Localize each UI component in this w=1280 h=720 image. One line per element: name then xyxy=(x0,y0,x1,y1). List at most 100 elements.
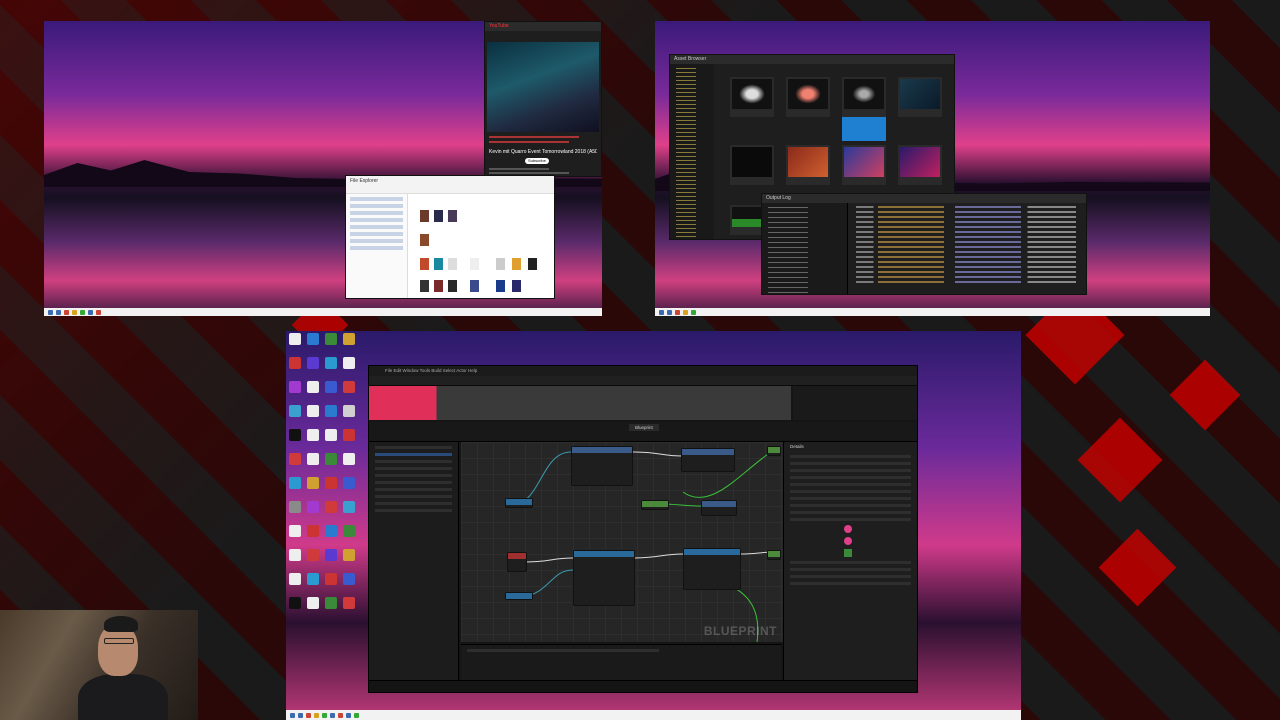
file-thumbnail[interactable] xyxy=(434,280,443,292)
file-thumbnail[interactable] xyxy=(420,234,429,246)
taskbar-app-icon[interactable] xyxy=(72,309,77,315)
asset-tile[interactable] xyxy=(898,145,942,185)
blueprint-node[interactable] xyxy=(767,550,781,560)
desktop-icon[interactable] xyxy=(289,573,301,585)
desktop-icon[interactable] xyxy=(325,525,337,537)
file-thumbnail[interactable] xyxy=(512,280,521,292)
desktop-icon[interactable] xyxy=(289,453,301,465)
editor-menubar[interactable]: File Edit Window Tools Build Select Acto… xyxy=(369,366,917,376)
desktop-icon[interactable] xyxy=(325,501,337,513)
desktop-icon[interactable] xyxy=(289,333,301,345)
desktop-icon[interactable] xyxy=(343,477,355,489)
file-thumbnail[interactable] xyxy=(512,258,521,270)
desktop-icon[interactable] xyxy=(307,525,319,537)
taskbar-app-icon[interactable] xyxy=(96,309,101,315)
level-viewport[interactable] xyxy=(369,386,791,420)
file-thumbnail[interactable] xyxy=(470,258,479,270)
desktop-icon[interactable] xyxy=(307,357,319,369)
world-outliner[interactable] xyxy=(793,386,917,420)
taskbar-app-icon[interactable] xyxy=(346,712,351,718)
taskbar-app-icon[interactable] xyxy=(691,309,696,315)
desktop-icon[interactable] xyxy=(325,381,337,393)
start-icon[interactable] xyxy=(290,712,295,718)
desktop-icon[interactable] xyxy=(289,357,301,369)
asset-folder-tree[interactable] xyxy=(670,64,714,239)
subscribe-button[interactable]: Subscribe xyxy=(525,158,549,164)
asset-tile-selected[interactable] xyxy=(842,117,886,141)
blueprint-node[interactable] xyxy=(573,550,635,606)
desktop-icon[interactable] xyxy=(325,429,337,441)
file-thumbnail[interactable] xyxy=(448,258,457,270)
desktop-icon[interactable] xyxy=(325,477,337,489)
event-graph[interactable]: BLUEPRINT xyxy=(461,442,783,642)
asset-tile[interactable] xyxy=(842,145,886,185)
asset-tile[interactable] xyxy=(898,77,942,117)
blueprint-node[interactable] xyxy=(681,448,735,472)
desktop-icon[interactable] xyxy=(343,597,355,609)
taskbar-app-icon[interactable] xyxy=(675,309,680,315)
tab-blueprint[interactable]: Blueprint xyxy=(629,424,659,431)
file-thumbnail[interactable] xyxy=(420,280,429,292)
blueprint-node[interactable] xyxy=(683,548,741,590)
start-icon[interactable] xyxy=(48,309,53,315)
desktop-icon[interactable] xyxy=(289,549,301,561)
file-thumbnail[interactable] xyxy=(434,210,443,222)
unreal-editor-window[interactable]: File Edit Window Tools Build Select Acto… xyxy=(368,365,918,693)
file-thumbnail[interactable] xyxy=(434,258,443,270)
desktop-icon[interactable] xyxy=(307,333,319,345)
desktop-icon[interactable] xyxy=(343,453,355,465)
video-player[interactable] xyxy=(487,42,599,132)
output-log-window[interactable]: Output Log xyxy=(761,193,1087,295)
desktop-icon[interactable] xyxy=(343,501,355,513)
desktop-icon[interactable] xyxy=(343,357,355,369)
desktop-icon[interactable] xyxy=(307,453,319,465)
taskbar-app-icon[interactable] xyxy=(667,309,672,315)
taskbar-app-icon[interactable] xyxy=(56,309,61,315)
desktop-icon[interactable] xyxy=(289,477,301,489)
desktop-icon[interactable] xyxy=(343,405,355,417)
desktop-icon[interactable] xyxy=(307,381,319,393)
blueprint-node[interactable] xyxy=(767,446,781,456)
details-panel[interactable]: Details xyxy=(783,442,917,680)
taskbar-app-icon[interactable] xyxy=(683,309,688,315)
desktop-icon[interactable] xyxy=(343,429,355,441)
desktop-icon[interactable] xyxy=(343,549,355,561)
taskbar-app-icon[interactable] xyxy=(322,712,327,718)
desktop-icon[interactable] xyxy=(343,573,355,585)
log-categories[interactable] xyxy=(762,203,848,294)
desktop-icon[interactable] xyxy=(307,573,319,585)
blueprint-node[interactable] xyxy=(507,552,527,572)
blueprint-node[interactable] xyxy=(571,446,633,486)
desktop-icon[interactable] xyxy=(325,597,337,609)
file-explorer-window[interactable]: File Explorer xyxy=(345,175,555,299)
desktop-icon[interactable] xyxy=(325,333,337,345)
file-thumbnail[interactable] xyxy=(420,210,429,222)
taskbar-app-icon[interactable] xyxy=(330,712,335,718)
taskbar-app-icon[interactable] xyxy=(354,712,359,718)
taskbar-app-icon[interactable] xyxy=(306,712,311,718)
desktop-icon[interactable] xyxy=(325,573,337,585)
desktop-icon[interactable] xyxy=(289,597,301,609)
color-swatch[interactable] xyxy=(844,525,852,533)
desktop-icon[interactable] xyxy=(289,501,301,513)
blueprint-node[interactable] xyxy=(701,500,737,516)
taskbar-app-icon[interactable] xyxy=(338,712,343,718)
desktop-icon[interactable] xyxy=(289,405,301,417)
taskbar-app-icon[interactable] xyxy=(88,309,93,315)
file-thumbnail[interactable] xyxy=(470,280,479,292)
start-icon[interactable] xyxy=(659,309,664,315)
youtube-window[interactable]: YouTube Kevin mit Quarro Event Tomorrowl… xyxy=(484,21,602,177)
explorer-nav-pane[interactable] xyxy=(346,194,408,298)
taskbar-app-icon[interactable] xyxy=(298,712,303,718)
color-swatch[interactable] xyxy=(844,537,852,545)
blueprint-node[interactable] xyxy=(505,592,533,600)
file-thumbnail[interactable] xyxy=(496,280,505,292)
blueprint-node[interactable] xyxy=(505,498,533,508)
asset-tile[interactable] xyxy=(730,145,774,185)
desktop-icon[interactable] xyxy=(343,333,355,345)
taskbar-app-icon[interactable] xyxy=(64,309,69,315)
blueprint-tabs[interactable]: Blueprint xyxy=(369,422,917,442)
file-thumbnail[interactable] xyxy=(528,258,537,270)
color-swatch[interactable] xyxy=(844,549,852,557)
desktop-icon[interactable] xyxy=(325,357,337,369)
